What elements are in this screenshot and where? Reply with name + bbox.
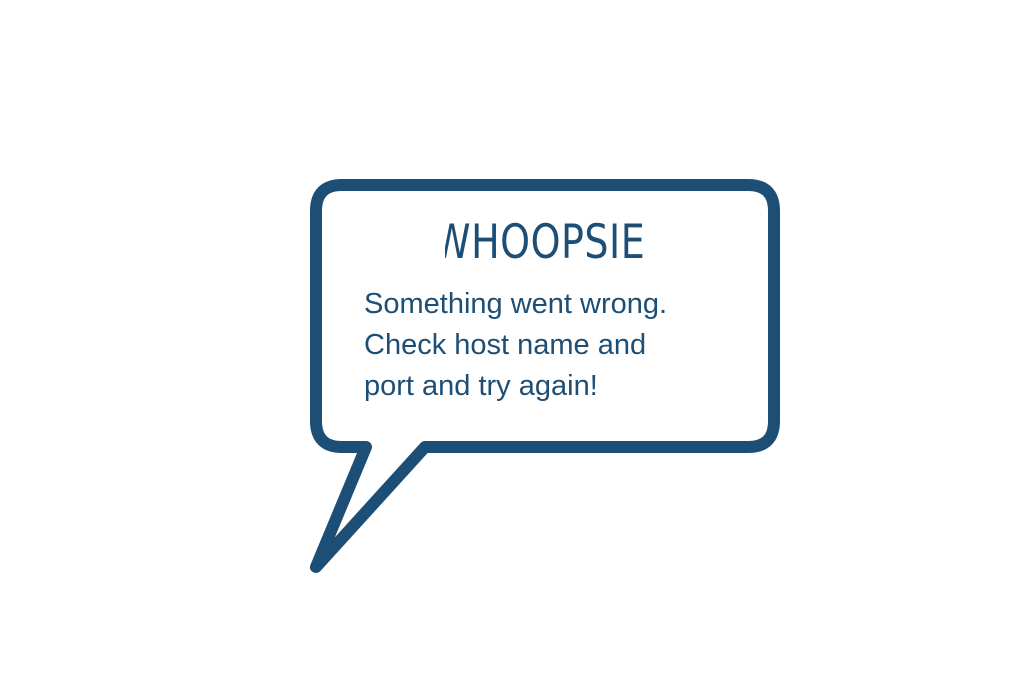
error-title: WHOOPSIE!	[445, 218, 650, 270]
error-message-line: Something went wrong.	[364, 288, 668, 320]
error-message: Something went wrong. Check host name an…	[364, 284, 734, 407]
error-message-line: port and try again!	[364, 370, 598, 402]
error-title-text: WHOOPSIE!	[445, 218, 650, 270]
error-screen: WHOOPSIE! Something went wrong. Check ho…	[0, 0, 1033, 695]
error-message-line: Check host name and	[364, 329, 647, 361]
